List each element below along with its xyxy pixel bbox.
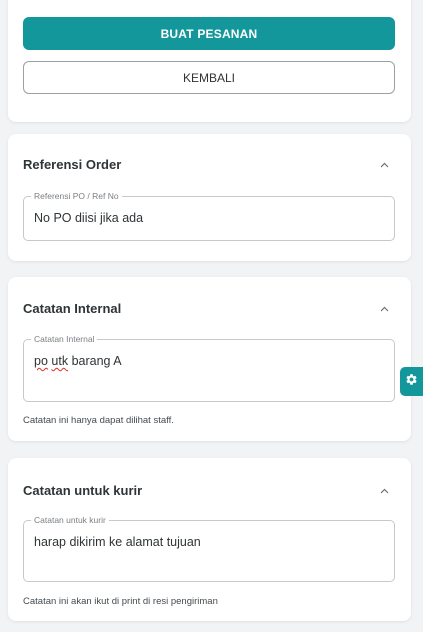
order-reference-card: Referensi Order Referensi PO / Ref No No… bbox=[8, 134, 411, 261]
internal-note-textarea[interactable]: Catatan Internal po utk barang A bbox=[23, 334, 395, 402]
back-button[interactable]: KEMBALI bbox=[23, 61, 395, 94]
internal-note-field-label: Catatan Internal bbox=[31, 334, 98, 344]
order-reference-field-label: Referensi PO / Ref No bbox=[31, 191, 122, 201]
actions-card: BUAT PESANAN KEMBALI bbox=[8, 0, 411, 122]
internal-note-card: Catatan Internal Catatan Internal po utk… bbox=[8, 277, 411, 441]
courier-note-title: Catatan untuk kurir bbox=[23, 483, 143, 498]
courier-note-textarea[interactable]: Catatan untuk kurir harap dikirim ke ala… bbox=[23, 515, 395, 582]
chevron-up-icon[interactable] bbox=[380, 304, 389, 313]
order-reference-field[interactable]: Referensi PO / Ref No No PO diisi jika a… bbox=[23, 191, 395, 241]
internal-note-title: Catatan Internal bbox=[23, 301, 122, 316]
order-form-page: BUAT PESANAN KEMBALI Referensi Order Ref… bbox=[0, 0, 423, 632]
chevron-up-icon[interactable] bbox=[380, 486, 389, 495]
internal-note-input-value: po utk barang A bbox=[34, 354, 122, 368]
settings-button[interactable] bbox=[400, 367, 423, 396]
chevron-up-icon[interactable] bbox=[380, 160, 389, 169]
gear-icon bbox=[405, 373, 418, 391]
order-reference-title: Referensi Order bbox=[23, 157, 122, 172]
courier-note-card: Catatan untuk kurir Catatan untuk kurir … bbox=[8, 458, 411, 621]
internal-note-helper-text: Catatan ini hanya dapat dilihat staff. bbox=[23, 415, 174, 426]
note-text: barang A bbox=[71, 354, 122, 368]
courier-note-input-value: harap dikirim ke alamat tujuan bbox=[34, 535, 201, 549]
misspelled-word: utk bbox=[51, 354, 69, 368]
create-order-button[interactable]: BUAT PESANAN bbox=[23, 17, 395, 50]
courier-note-helper-text: Catatan ini akan ikut di print di resi p… bbox=[23, 596, 218, 607]
order-reference-input-value: No PO diisi jika ada bbox=[34, 211, 144, 225]
misspelled-word: po bbox=[34, 354, 48, 368]
courier-note-field-label: Catatan untuk kurir bbox=[31, 515, 109, 525]
